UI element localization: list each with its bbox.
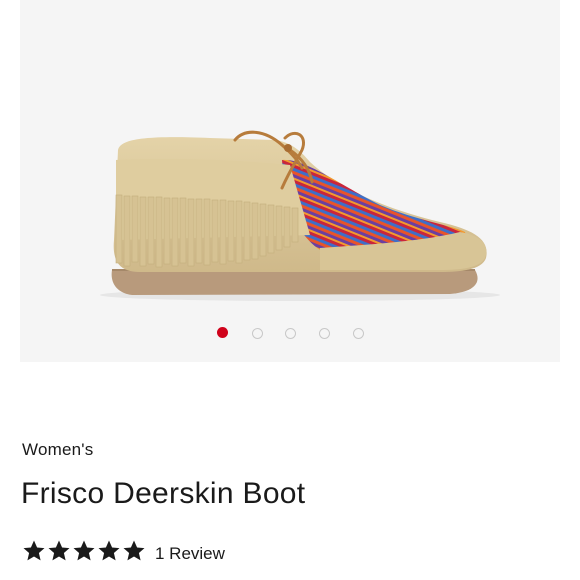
product-page: Women's Frisco Deerskin Boot 1 Review bbox=[0, 0, 580, 580]
carousel-dots bbox=[20, 326, 560, 342]
product-title: Frisco Deerskin Boot bbox=[21, 477, 306, 510]
fringe-boot-image bbox=[100, 130, 500, 301]
carousel-dot-1[interactable] bbox=[217, 327, 228, 338]
star-icon bbox=[98, 540, 120, 561]
star-rating bbox=[22, 539, 147, 563]
carousel-dot-5[interactable] bbox=[353, 328, 364, 339]
reviews-link[interactable]: 1 Review bbox=[155, 544, 225, 564]
carousel-dot-4[interactable] bbox=[319, 328, 330, 339]
carousel-dot-2[interactable] bbox=[252, 328, 263, 339]
star-icon bbox=[123, 540, 145, 561]
star-icon bbox=[23, 540, 45, 561]
product-image-gallery[interactable] bbox=[20, 0, 560, 362]
product-category: Women's bbox=[22, 440, 94, 459]
product-rating: 1 Review bbox=[22, 536, 225, 566]
carousel-dot-3[interactable] bbox=[285, 328, 296, 339]
star-icon bbox=[48, 540, 70, 561]
star-icon bbox=[73, 540, 95, 561]
